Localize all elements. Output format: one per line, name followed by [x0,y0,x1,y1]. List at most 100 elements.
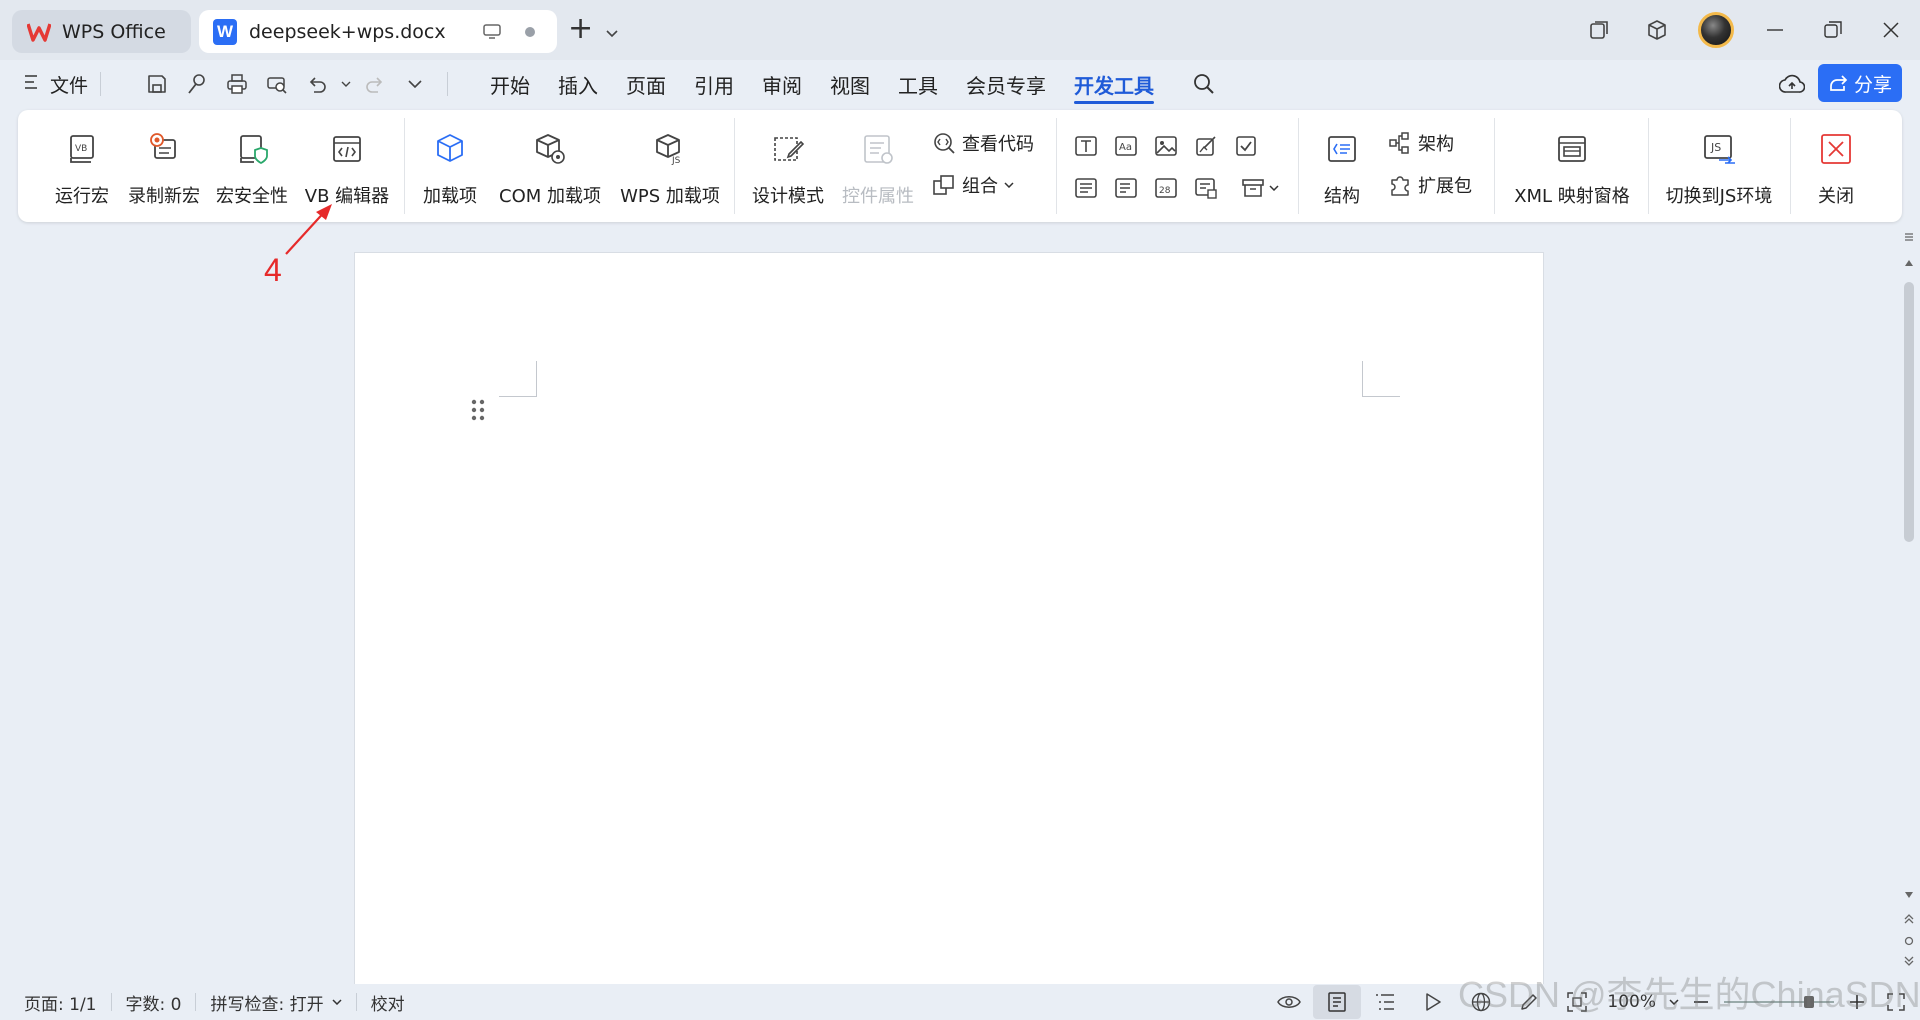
group-button[interactable]: 组合 [932,168,1020,202]
unsaved-dot-icon[interactable] [525,26,535,37]
chevron-down-icon[interactable] [606,22,618,43]
legacy-tools-dropdown[interactable] [1236,172,1284,204]
tab-member[interactable]: 会员专享 [952,60,1060,108]
macro-security-button[interactable]: 宏安全性 [214,124,290,208]
wps-addin-icon: JS [653,124,687,166]
expansion-pack-button[interactable]: 扩展包 [1388,168,1472,202]
tab-view[interactable]: 视图 [816,60,884,108]
print-icon[interactable] [217,66,257,102]
control-properties-icon [861,124,895,166]
switch-js-env-button[interactable]: JS 切换到JS环境 [1664,124,1774,208]
view-code-button[interactable]: 查看代码 [932,126,1034,160]
undo-icon[interactable] [297,66,337,102]
design-mode-button[interactable]: 设计模式 [750,124,826,208]
chevron-down-icon [1004,182,1014,188]
paragraph-drag-handle-icon[interactable] [471,399,485,426]
rich-text-control-icon[interactable]: Aa [1110,130,1142,162]
tab-page[interactable]: 页面 [612,60,680,108]
scroll-down-arrow-icon[interactable] [1902,888,1916,902]
tab-insert[interactable]: 插入 [544,60,612,108]
schema-button[interactable]: 架构 [1388,126,1454,160]
writer-doc-icon: W [213,18,237,45]
checkbox-control-icon[interactable] [1230,130,1262,162]
split-view-icon[interactable] [1902,230,1916,244]
scroll-up-arrow-icon[interactable] [1902,256,1916,270]
file-menu-button[interactable]: 文件 [24,71,88,98]
select-browse-object-icon[interactable] [1902,934,1916,948]
date-picker-control-icon[interactable]: 28 [1150,172,1182,204]
prev-page-icon[interactable] [1902,912,1916,926]
record-macro-button[interactable]: 录制新宏 [126,124,202,208]
customize-toolbar-icon[interactable] [395,66,435,102]
document-page[interactable] [354,252,1544,1020]
undo-dropdown-icon[interactable] [337,66,355,102]
tab-references[interactable]: 引用 [680,60,748,108]
page-indicator[interactable]: 页面: 1/1 [0,990,111,1015]
cloud-upload-icon[interactable] [1774,68,1810,100]
menu-bar: 文件 开始 插入 页面 引用 审阅 视图 工具 会员专享 开发工具 分享 [0,60,1920,108]
user-avatar[interactable] [1698,12,1734,48]
svg-text:JS: JS [1710,141,1721,154]
record-macro-icon [147,124,181,166]
run-macro-button[interactable]: VB 运行宏 [52,124,112,208]
file-menu-label: 文件 [50,74,89,97]
tab-home[interactable]: 开始 [476,60,544,108]
search-icon[interactable] [1186,66,1222,102]
annotation-arrow [285,204,332,255]
tab-wps-office[interactable]: WPS Office [12,10,191,53]
tab-developer[interactable]: 开发工具 [1060,60,1168,108]
addins-button[interactable]: 加载项 [420,124,480,208]
margin-corner-top-left [499,361,537,397]
wps-addins-button[interactable]: JS WPS 加载项 [616,124,724,208]
page-view-icon[interactable] [1313,985,1362,1019]
macro-security-icon [235,124,269,166]
wps-logo-icon [26,19,52,45]
window-controls [1570,0,1920,60]
structure-button[interactable]: 结构 [1314,124,1370,208]
quick-access-toolbar [137,66,435,102]
restore-icon[interactable] [1810,7,1856,53]
box-3d-icon[interactable] [1634,7,1680,53]
tab-label: WPS Office [62,20,166,43]
dropdown-list-control-icon[interactable] [1110,172,1142,204]
scrollbar-thumb[interactable] [1904,282,1914,542]
combo-box-control-icon[interactable] [1070,172,1102,204]
text-box-control-icon[interactable] [1070,130,1102,162]
tab-review[interactable]: 审阅 [748,60,816,108]
share-button[interactable]: 分享 [1818,64,1902,102]
com-addins-button[interactable]: COM 加载项 [496,124,604,208]
hamburger-icon [24,73,38,95]
margin-corner-top-right [1362,361,1400,397]
repeat-section-control-icon[interactable] [1190,172,1222,204]
close-icon [1819,124,1853,166]
spell-check-toggle[interactable]: 拼写检查: 打开 [196,990,355,1015]
new-tab-button[interactable]: + [568,14,593,44]
play-icon[interactable] [1409,985,1457,1019]
save-icon[interactable] [137,66,177,102]
word-count[interactable]: 字数: 0 [112,990,196,1015]
proofread-button[interactable]: 校对 [357,990,419,1015]
annotation-number: 4 [264,252,282,288]
eye-protection-icon[interactable] [1265,985,1313,1019]
title-bar: WPS Office W deepseek+wps.docx + [0,0,1920,60]
print-preview-icon[interactable] [257,66,297,102]
vb-editor-button[interactable]: VB 编辑器 [302,124,392,208]
format-painter-icon[interactable] [177,66,217,102]
picture-control-icon[interactable] [1150,130,1182,162]
redo-icon[interactable] [355,66,395,102]
vertical-scrollbar[interactable] [1898,228,1920,988]
group-icon [933,175,954,195]
close-developer-tab-button[interactable]: 关闭 [1806,124,1866,208]
svg-text:JS: JS [671,156,681,166]
monitor-icon[interactable] [481,23,503,41]
control-properties-button[interactable]: 控件属性 [840,124,916,208]
close-window-icon[interactable] [1868,7,1914,53]
minimize-icon[interactable] [1752,7,1798,53]
image-edit-control-icon[interactable] [1190,130,1222,162]
tab-document[interactable]: W deepseek+wps.docx [199,10,557,53]
vb-editor-icon [330,124,364,166]
xml-mapping-pane-button[interactable]: XML 映射窗格 [1512,124,1632,208]
tab-tools[interactable]: 工具 [884,60,952,108]
multi-window-icon[interactable] [1576,7,1622,53]
outline-view-icon[interactable] [1361,985,1409,1019]
